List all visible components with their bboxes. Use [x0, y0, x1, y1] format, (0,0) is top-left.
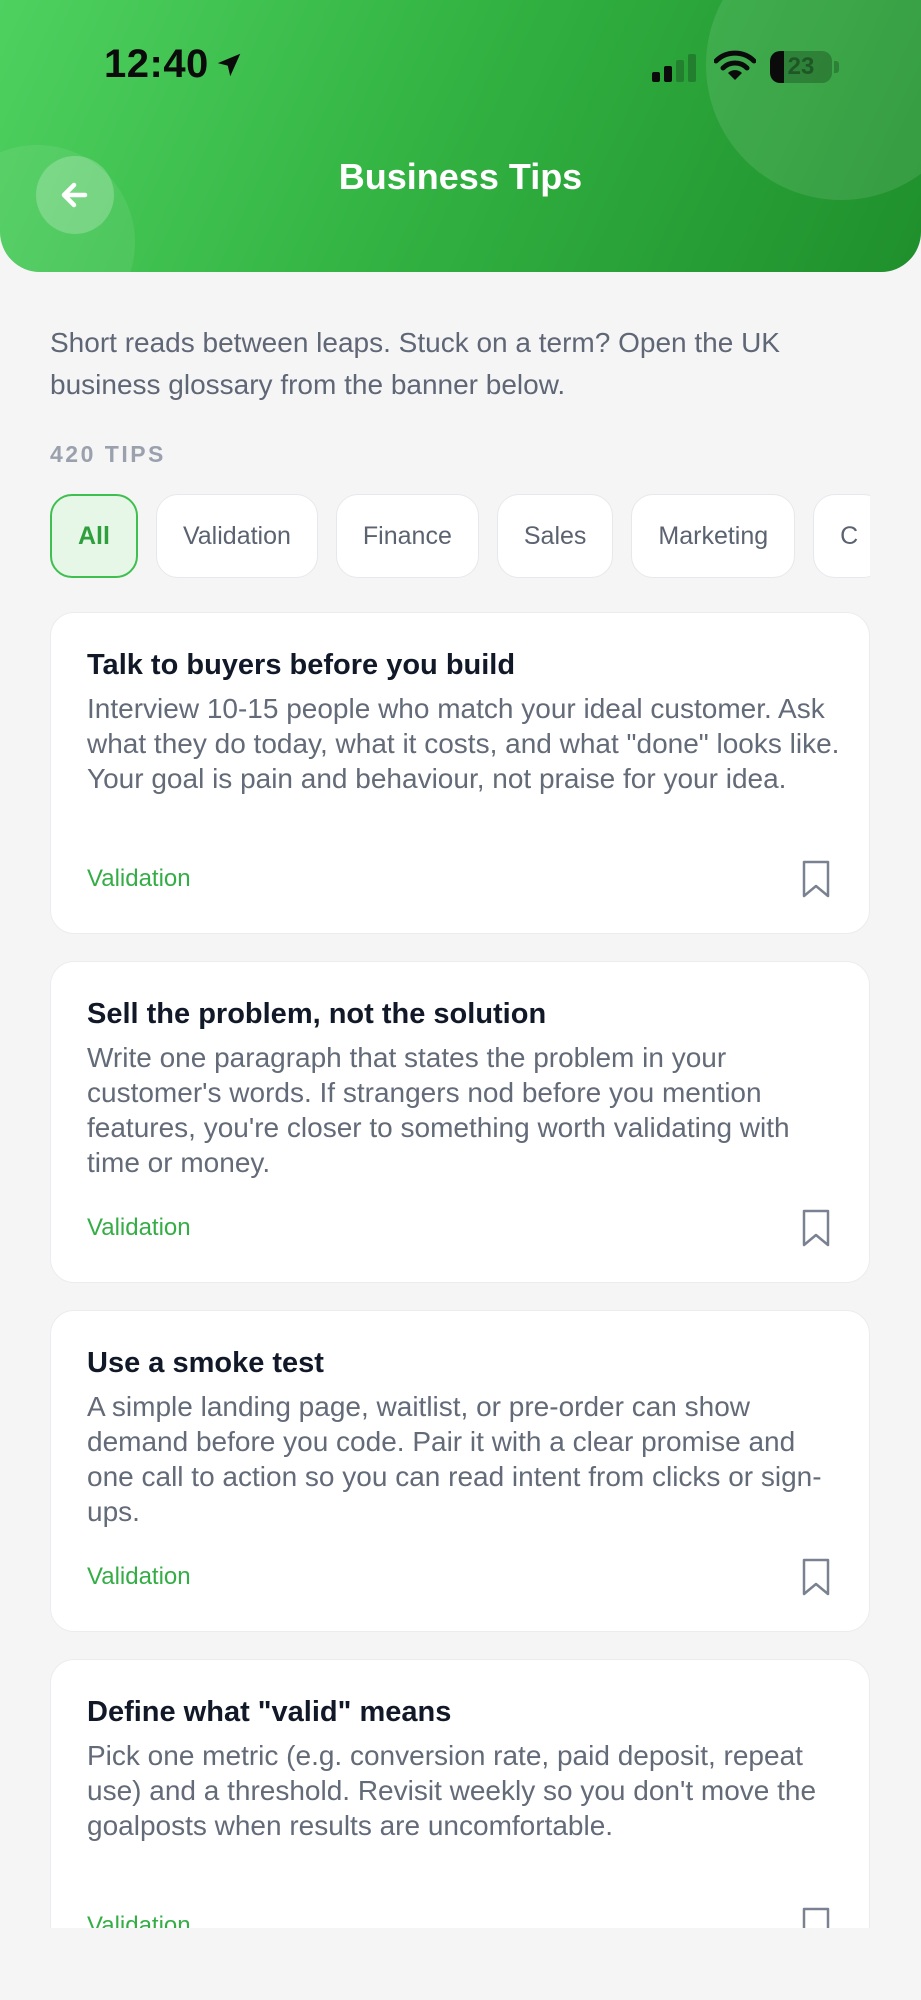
- tip-card[interactable]: Define what "valid" means Pick one metri…: [50, 1659, 870, 1928]
- chip-validation[interactable]: Validation: [155, 494, 318, 578]
- bookmark-icon[interactable]: [801, 1208, 831, 1248]
- tip-body: A simple landing page, waitlist, or pre-…: [87, 1391, 822, 1527]
- bookmark-icon[interactable]: [801, 1906, 831, 1928]
- tip-title: Sell the problem, not the solution: [87, 998, 547, 1030]
- bottom-safe-area: [0, 1928, 921, 2000]
- tip-body: Write one paragraph that states the prob…: [87, 1042, 790, 1178]
- tips-list[interactable]: Talk to buyers before you build Intervie…: [0, 612, 921, 1928]
- tip-title: Talk to buyers before you build: [87, 649, 516, 681]
- battery-indicator: 23: [770, 51, 832, 83]
- intro-text: Short reads between leaps. Stuck on a te…: [50, 327, 780, 400]
- chip-c[interactable]: C: [813, 494, 870, 578]
- chip-all[interactable]: All: [50, 494, 138, 578]
- tip-card[interactable]: Talk to buyers before you build Intervie…: [50, 612, 870, 934]
- bookmark-icon[interactable]: [801, 1557, 831, 1597]
- cellular-signal-icon: [652, 54, 696, 82]
- battery-nub: [834, 61, 839, 73]
- bookmark-icon[interactable]: [801, 859, 831, 899]
- wifi-icon: [714, 50, 756, 80]
- tip-card[interactable]: Sell the problem, not the solution Write…: [50, 961, 870, 1283]
- category-filter-chips: All Validation Finance Sales Marketing C: [50, 494, 870, 578]
- tip-category: Validation: [87, 865, 191, 892]
- battery-percent: 23: [787, 53, 815, 80]
- status-bar: 12:40 23: [0, 0, 921, 130]
- tip-category: Validation: [87, 1563, 191, 1590]
- tip-title: Define what "valid" means: [87, 1696, 452, 1728]
- tip-category: Validation: [87, 1912, 191, 1928]
- chip-sales[interactable]: Sales: [496, 494, 614, 578]
- tip-body: Interview 10-15 people who match your id…: [87, 693, 840, 794]
- tip-category: Validation: [87, 1214, 191, 1241]
- tip-title: Use a smoke test: [87, 1347, 324, 1379]
- chip-marketing[interactable]: Marketing: [631, 494, 796, 578]
- status-time: 12:40: [104, 42, 209, 86]
- tips-count: 420 TIPS: [50, 441, 166, 467]
- location-arrow-icon: [217, 53, 241, 77]
- chip-finance[interactable]: Finance: [335, 494, 479, 578]
- tip-body: Pick one metric (e.g. conversion rate, p…: [87, 1740, 817, 1841]
- page-title: Business Tips: [338, 156, 583, 197]
- header: 12:40 23 Business Tips: [0, 0, 921, 272]
- tip-card[interactable]: Use a smoke test A simple landing page, …: [50, 1310, 870, 1632]
